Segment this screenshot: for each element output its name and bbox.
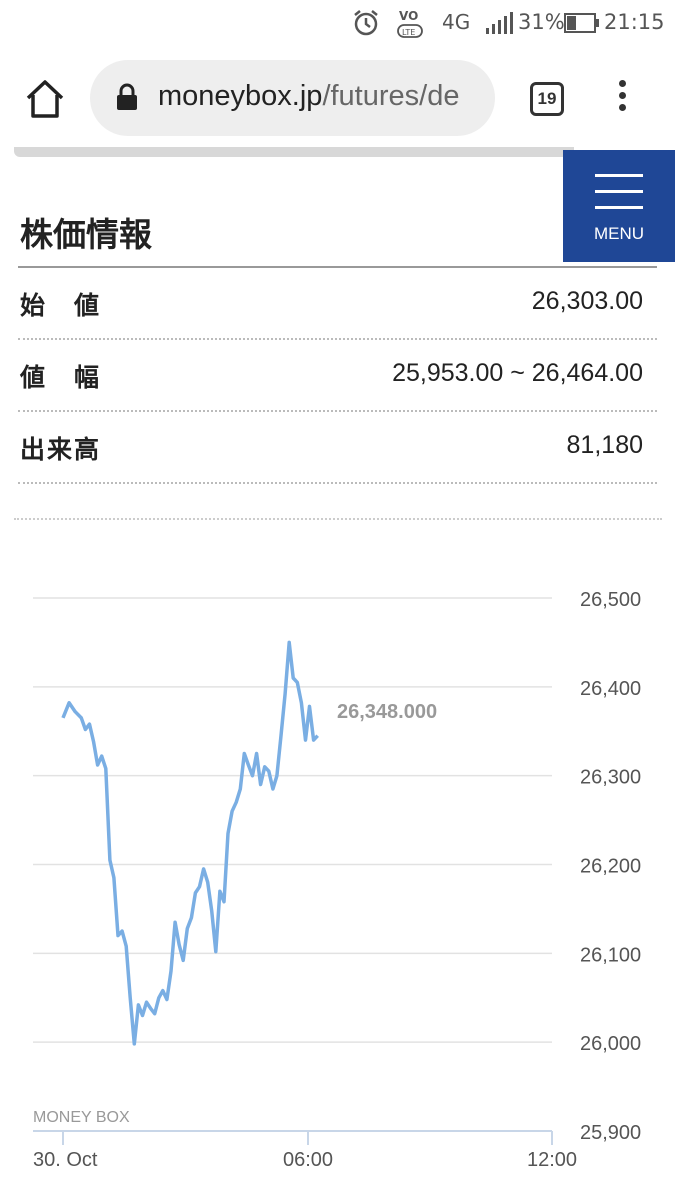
- x-tick-label: 30. Oct: [33, 1149, 98, 1171]
- more-options-icon[interactable]: [612, 80, 632, 120]
- y-tick-label: 26,200: [580, 856, 641, 878]
- y-tick-label: 26,000: [580, 1033, 641, 1055]
- alarm-icon: [354, 10, 378, 36]
- x-tick-label: 06:00: [283, 1149, 333, 1171]
- section-divider: [14, 518, 662, 520]
- x-tick-label: 12:00: [527, 1149, 577, 1171]
- clock: 21:15: [604, 10, 665, 34]
- y-tick-label: 25,900: [580, 1122, 641, 1144]
- info-key: 始 値: [20, 292, 102, 320]
- url-host: moneybox.jp: [158, 80, 323, 112]
- browser-toolbar: moneybox.jp/futures/de 19: [0, 46, 675, 150]
- network-type: 4G: [442, 10, 471, 34]
- info-value: 25,953.00 ~ 26,464.00: [392, 359, 643, 387]
- lock-icon: [117, 83, 137, 110]
- url-path: /futures/de: [322, 80, 460, 112]
- price-line-series: [61, 640, 319, 1046]
- info-value: 81,180: [566, 431, 643, 459]
- info-row-volume: 出来高 81,180: [18, 412, 657, 484]
- section-title: 株価情報: [20, 216, 152, 253]
- y-tick-label: 26,100: [580, 944, 641, 966]
- scroll-shadow: [14, 147, 574, 157]
- home-icon[interactable]: [22, 76, 68, 122]
- info-key: 値 幅: [20, 364, 102, 392]
- y-tick-label: 26,300: [580, 767, 641, 789]
- signal-icon: [486, 12, 513, 34]
- address-bar[interactable]: moneybox.jp/futures/de: [90, 60, 495, 136]
- svg-text:VO: VO: [399, 9, 418, 23]
- y-tick-label: 26,400: [580, 678, 641, 700]
- menu-label: MENU: [593, 224, 645, 243]
- status-bar: VO LTE 4G 31% 21:15: [0, 0, 675, 46]
- info-row-range: 値 幅 25,953.00 ~ 26,464.00: [18, 340, 657, 412]
- current-value-label: 26,348.000: [337, 701, 437, 723]
- battery-icon: [564, 13, 599, 33]
- y-tick-label: 26,500: [580, 589, 641, 611]
- info-value: 26,303.00: [531, 287, 643, 315]
- volte-icon: VO LTE: [397, 9, 423, 38]
- info-key: 出来高: [20, 436, 102, 464]
- url-text[interactable]: moneybox.jp/futures/de: [158, 80, 478, 113]
- info-row-open: 始 値 26,303.00: [18, 268, 657, 340]
- hamburger-icon: [595, 174, 643, 177]
- menu-button[interactable]: MENU: [563, 150, 675, 262]
- price-chart[interactable]: 26,500 26,400 26,300 26,200 26,100 26,000 25,9…: [0, 560, 675, 1200]
- tab-switcher-button[interactable]: 19: [530, 82, 564, 116]
- svg-text:LTE: LTE: [402, 28, 415, 37]
- battery-percent: 31%: [518, 10, 565, 34]
- chart-credit: MONEY BOX: [33, 1109, 130, 1126]
